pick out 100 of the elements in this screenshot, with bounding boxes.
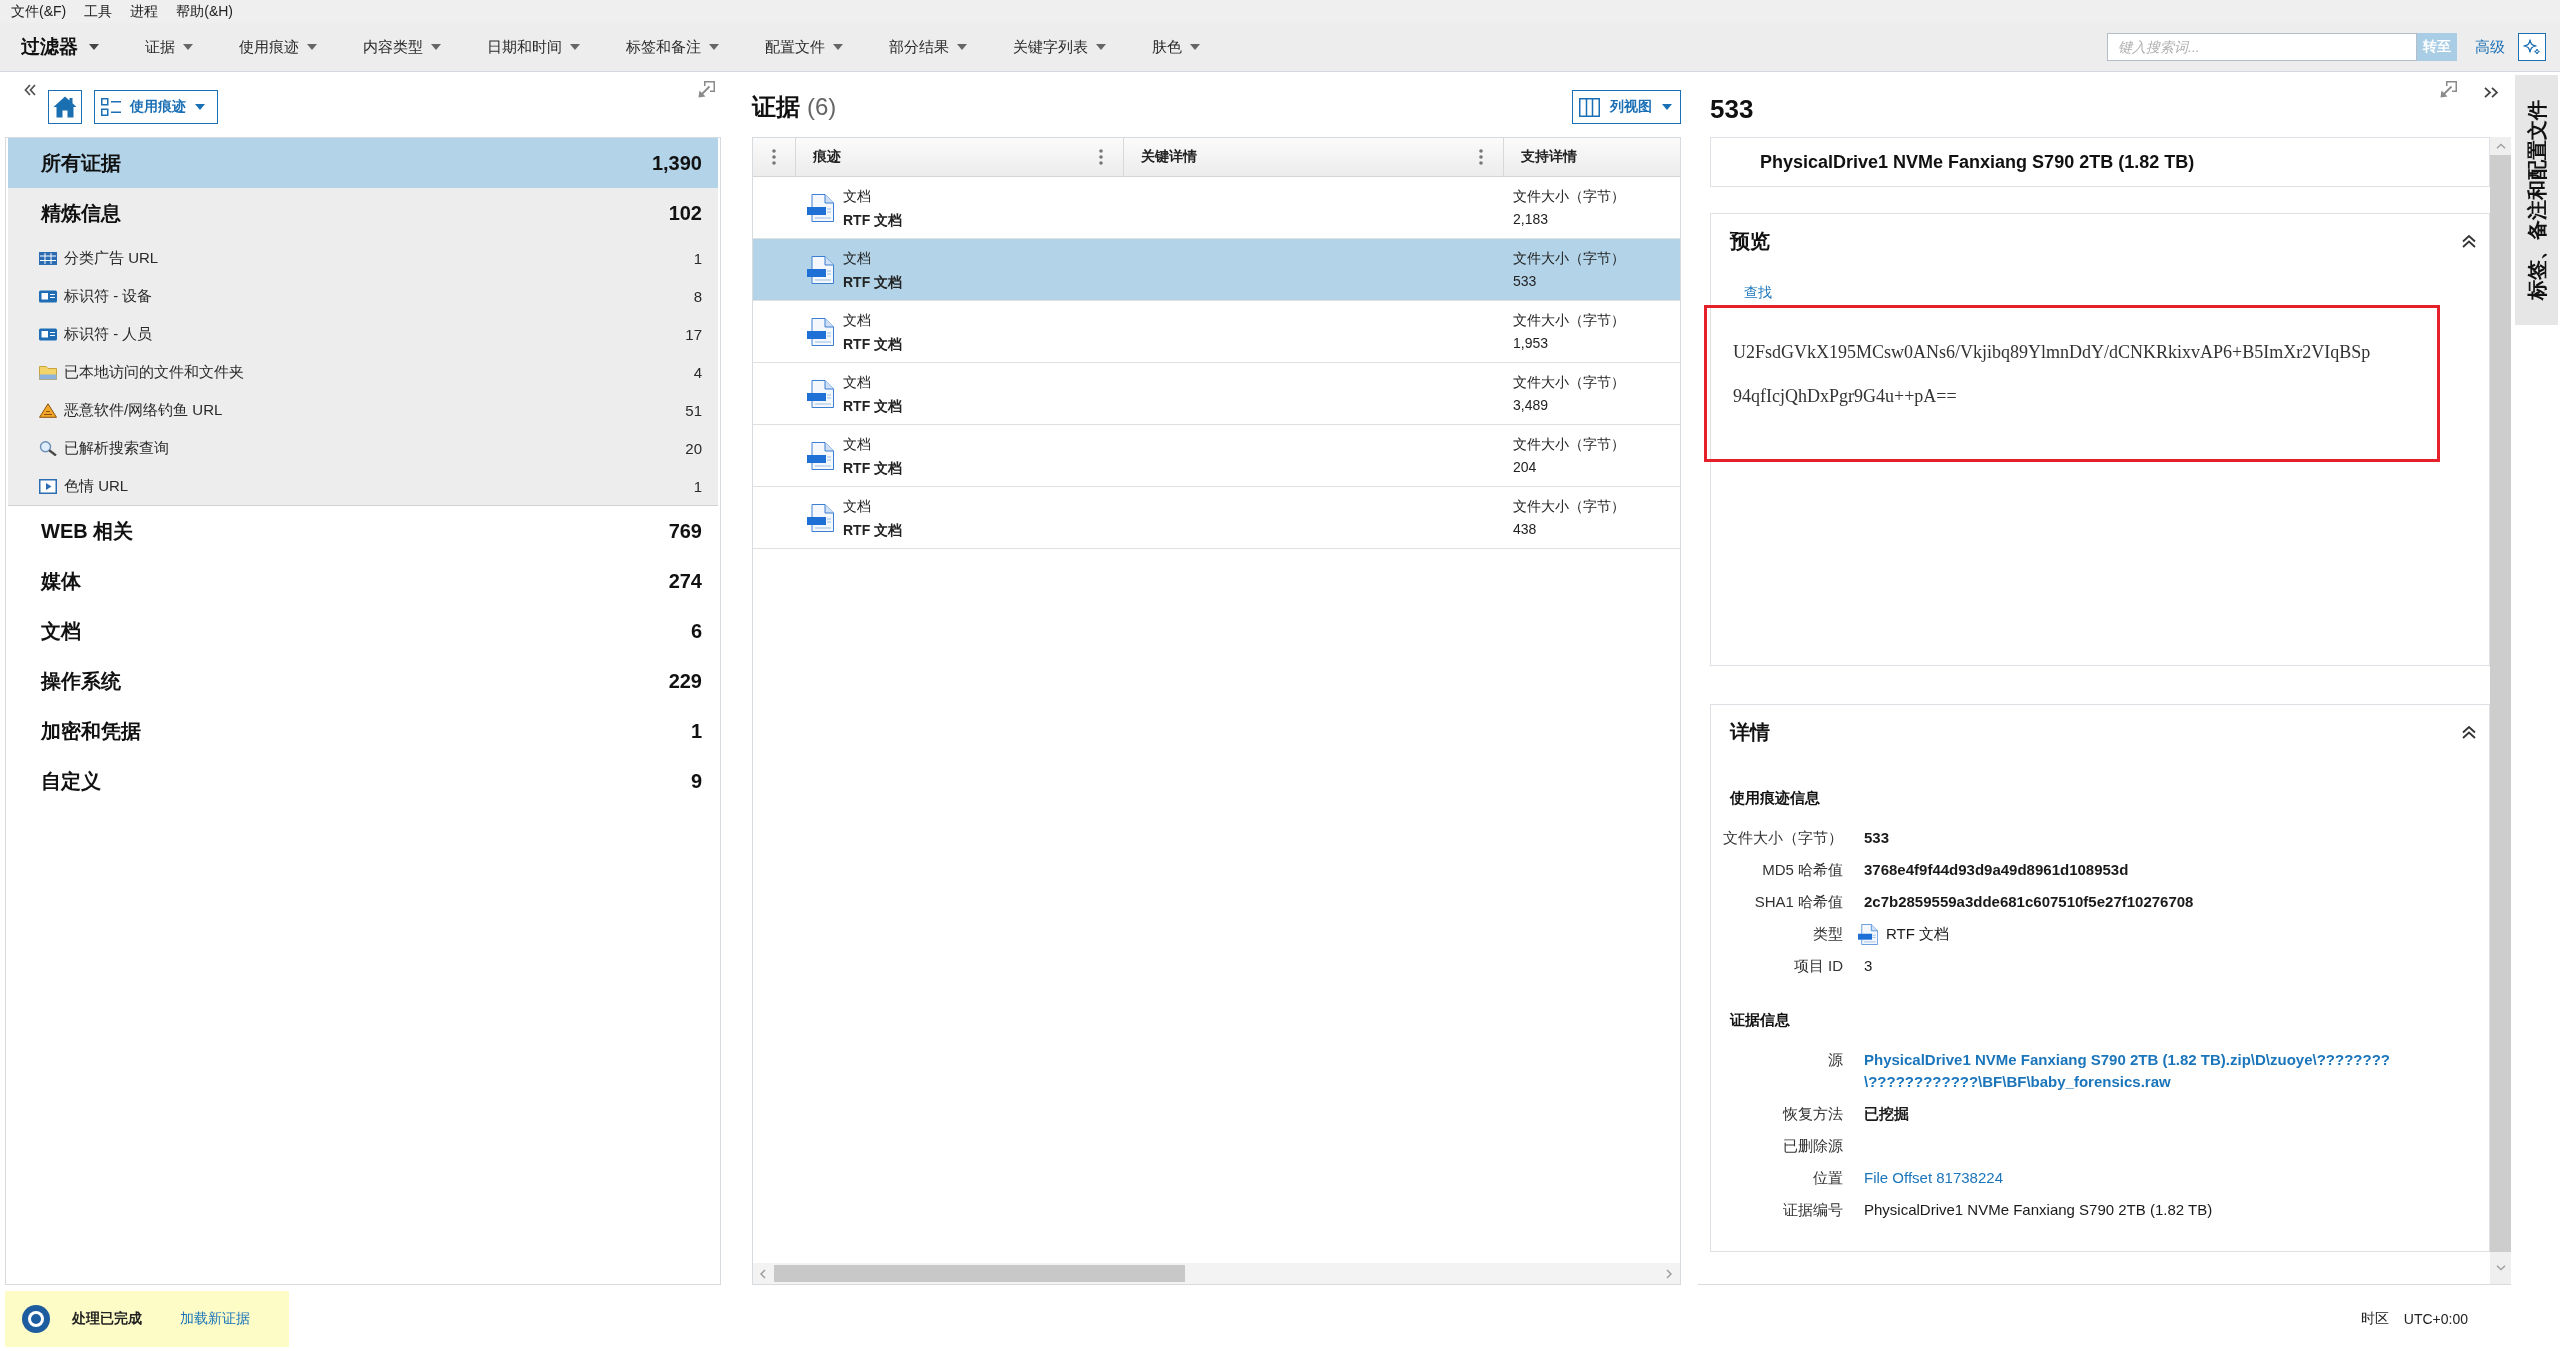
table-row[interactable]: 文档 RTF 文档 文件大小（字节） 533 xyxy=(753,239,1680,301)
filter-dropdown[interactable]: 配置文件 xyxy=(765,37,843,57)
artifact-type: 文档 xyxy=(843,248,872,268)
filter-dropdown[interactable]: 标签和备注 xyxy=(626,37,719,57)
home-button[interactable] xyxy=(48,90,82,124)
chevron-right-icon[interactable] xyxy=(1666,1268,1672,1279)
category-item[interactable]: 所有证据 1,390 xyxy=(8,138,718,188)
support-label: 文件大小（字节） xyxy=(1513,186,1626,206)
category-item[interactable]: 已解析搜索查询 20 xyxy=(8,429,718,467)
category-item[interactable]: 已本地访问的文件和文件夹 4 xyxy=(8,353,718,391)
column-header[interactable]: 关键详情 xyxy=(1124,138,1504,176)
caret-icon xyxy=(1096,44,1106,50)
field-value: 3768e4f9f44d93d9a49d8961d108953d xyxy=(1864,860,2129,880)
filter-dropdown[interactable]: 证据 xyxy=(145,37,193,57)
play-icon xyxy=(39,478,57,494)
caret-icon xyxy=(833,44,843,50)
search-field[interactable]: 键入搜索词... xyxy=(2107,33,2417,61)
status-ring-icon xyxy=(22,1305,50,1333)
category-item[interactable]: 恶意软件/网络钓鱼 URL 51 xyxy=(8,391,718,429)
artifact-type: 文档 xyxy=(843,496,872,516)
horizontal-scrollbar[interactable] xyxy=(753,1263,1680,1284)
source-title: PhysicalDrive1 NVMe Fanxiang S790 2TB (1.82 TB) xyxy=(1760,151,2195,173)
filter-dropdown[interactable]: 过滤器 xyxy=(21,34,99,60)
chevron-up-icon[interactable] xyxy=(2495,143,2506,149)
filter-dropdown[interactable]: 内容类型 xyxy=(363,37,441,57)
sparkle-button[interactable] xyxy=(2518,33,2546,61)
offset-link[interactable]: File Offset 81738224 xyxy=(1864,1167,2003,1189)
field-label: 项目 ID xyxy=(1792,956,1843,976)
category-item[interactable]: 自定义 9 xyxy=(8,756,718,806)
document-icon xyxy=(807,379,834,408)
filter-dropdown[interactable]: 使用痕迹 xyxy=(239,37,317,57)
id-card-icon xyxy=(39,288,57,304)
scrollbar-thumb[interactable] xyxy=(774,1265,1185,1282)
category-item[interactable]: 色情 URL 1 xyxy=(8,467,718,505)
find-link[interactable]: 查找 xyxy=(1744,282,1772,302)
menu-item[interactable]: 进程 xyxy=(130,2,159,21)
caret-icon xyxy=(709,44,719,50)
caret-icon xyxy=(1662,104,1672,110)
table-row[interactable]: 文档 RTF 文档 文件大小（字节） 3,489 xyxy=(753,363,1680,425)
column-header[interactable]: 支持详情 xyxy=(1504,138,1680,176)
field-label: MD5 哈希值 xyxy=(1761,860,1843,880)
double-chevron-left-icon[interactable] xyxy=(24,84,36,96)
support-value: 2,183 xyxy=(1513,209,1550,229)
caret-icon xyxy=(1190,44,1200,50)
menu-item[interactable]: 帮助(&H) xyxy=(176,2,233,21)
double-chevron-up-icon[interactable] xyxy=(2462,726,2476,739)
document-icon xyxy=(807,317,834,346)
category-item[interactable]: 媒体 274 xyxy=(8,556,718,606)
filter-dropdown[interactable]: 部分结果 xyxy=(889,37,967,57)
advanced-link[interactable]: 高级 xyxy=(2475,37,2505,57)
arrow-out-of-box-icon[interactable] xyxy=(698,81,715,98)
search-icon xyxy=(39,440,57,456)
caret-icon xyxy=(431,44,441,50)
group-heading: 使用痕迹信息 xyxy=(1730,788,1820,808)
category-item[interactable]: 标识符 - 人员 17 xyxy=(8,315,718,353)
artifact-type: 文档 xyxy=(843,434,872,454)
document-icon xyxy=(1858,923,1878,945)
category-item[interactable]: 操作系统 229 xyxy=(8,656,718,706)
category-item[interactable]: 标识符 - 设备 8 xyxy=(8,277,718,315)
filter-dropdown[interactable]: 关键字列表 xyxy=(1013,37,1106,57)
side-tab[interactable]: 标签、备注和配置文件 xyxy=(2515,75,2558,325)
table-row[interactable]: 文档 RTF 文档 文件大小（字节） 1,953 xyxy=(753,301,1680,363)
chevron-down-icon[interactable] xyxy=(2495,1265,2506,1271)
filter-dropdown[interactable]: 肤色 xyxy=(1152,37,1200,57)
chevron-left-icon[interactable] xyxy=(760,1268,766,1279)
more-icon[interactable] xyxy=(1479,149,1483,165)
menu-item[interactable]: 工具 xyxy=(84,2,113,21)
table-row[interactable]: 文档 RTF 文档 文件大小（字节） 438 xyxy=(753,487,1680,549)
arrow-out-of-box-icon[interactable] xyxy=(2440,81,2457,98)
category-item[interactable]: 分类广告 URL 1 xyxy=(8,239,718,277)
category-item[interactable]: 加密和凭据 1 xyxy=(8,706,718,756)
double-chevron-up-icon[interactable] xyxy=(2462,235,2476,248)
double-chevron-right-icon[interactable] xyxy=(2484,87,2498,98)
category-item[interactable]: WEB 相关 769 xyxy=(8,506,718,556)
artifact-name: RTF 文档 xyxy=(843,334,903,354)
support-value: 1,953 xyxy=(1513,333,1550,353)
filter-dropdown[interactable]: 日期和时间 xyxy=(487,37,580,57)
item-count: (6) xyxy=(807,93,837,121)
field-value: 533 xyxy=(1864,828,1890,848)
more-icon[interactable] xyxy=(1099,149,1103,165)
caret-icon xyxy=(183,44,193,50)
view-dropdown[interactable]: 使用痕迹 xyxy=(94,90,218,124)
column-header[interactable]: 痕迹 xyxy=(796,138,1124,176)
load-evidence-link[interactable]: 加载新证据 xyxy=(180,1310,250,1328)
field-value: 已挖掘 xyxy=(1864,1104,1909,1124)
field-label: 恢复方法 xyxy=(1781,1104,1843,1124)
status-text: 处理已完成 xyxy=(72,1310,142,1328)
file-path-link[interactable]: PhysicalDrive1 NVMe Fanxiang S790 2TB (1.82 TB).zip\D\zuoye\???????? \????????????\BF\BF\baby_forensics.raw xyxy=(1864,1049,2390,1093)
support-value: 204 xyxy=(1513,457,1538,477)
artifact-name: RTF 文档 xyxy=(843,396,903,416)
more-icon[interactable] xyxy=(772,149,776,165)
support-value: 3,489 xyxy=(1513,395,1550,415)
artifact-type: 文档 xyxy=(843,372,872,392)
artifact-type: 文档 xyxy=(843,186,872,206)
view-dropdown[interactable]: 列视图 xyxy=(1572,90,1681,124)
category-item[interactable]: 精炼信息 102 xyxy=(8,188,718,239)
document-icon xyxy=(807,193,834,222)
menu-item[interactable]: 文件(&F) xyxy=(11,2,67,21)
table-row[interactable]: 文档 RTF 文档 文件大小（字节） 204 xyxy=(753,425,1680,487)
category-item[interactable]: 文档 6 xyxy=(8,606,718,656)
